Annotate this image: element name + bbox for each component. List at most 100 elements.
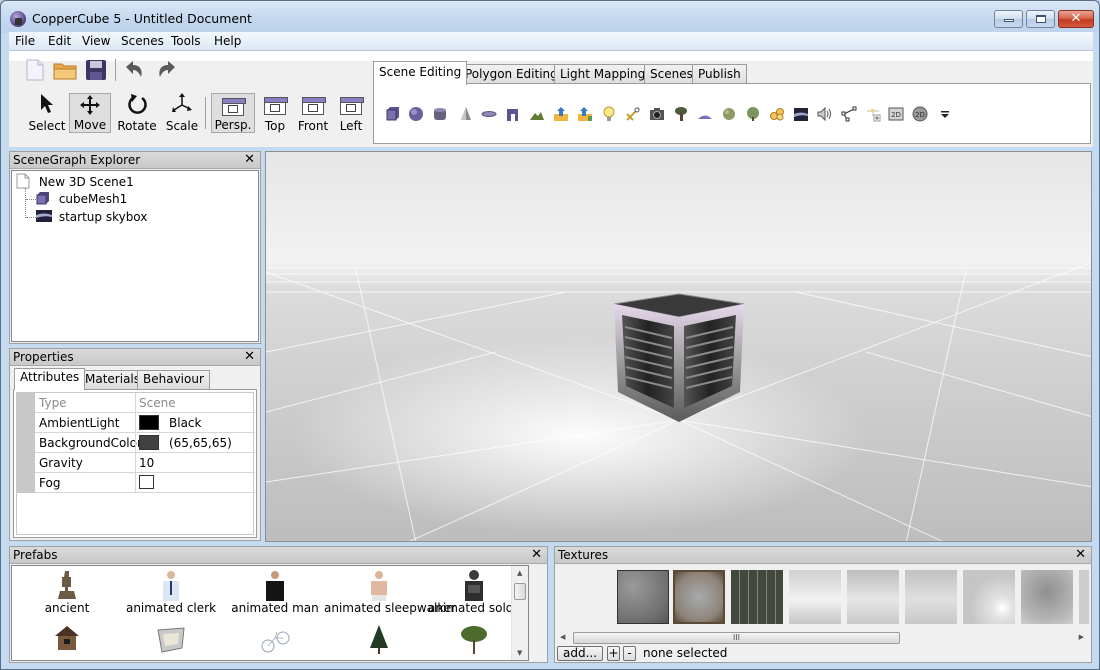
- tree-item-startup-skybox[interactable]: startup skybox: [36, 209, 147, 224]
- select-tool-button[interactable]: Select: [28, 93, 66, 133]
- new-document-button[interactable]: [23, 58, 47, 82]
- add-light-button[interactable]: [601, 106, 617, 122]
- texture-grid-panel[interactable]: [731, 570, 783, 624]
- add-2d-button-button[interactable]: 2D: [912, 106, 928, 122]
- add-cylinder-button[interactable]: [432, 106, 448, 122]
- add-sphere-button[interactable]: [408, 106, 424, 122]
- tab-scene-editing[interactable]: Scene Editing: [373, 61, 468, 85]
- property-row-backgroundcolor[interactable]: BackgroundColor (65,65,65): [35, 433, 255, 453]
- redo-button[interactable]: [154, 58, 178, 82]
- add-path-button[interactable]: [841, 106, 857, 122]
- property-row-gravity[interactable]: Gravity 10: [35, 453, 255, 473]
- 3d-viewport[interactable]: [265, 151, 1092, 542]
- add-skybox-button[interactable]: [793, 106, 809, 122]
- add-arch-button[interactable]: [505, 106, 521, 122]
- property-row-ambientlight[interactable]: AmbientLight Black: [35, 413, 255, 433]
- zoom-out-button[interactable]: -: [623, 646, 636, 661]
- add-texture-button[interactable]: add...: [557, 646, 603, 661]
- close-properties-button[interactable]: ✕: [244, 349, 255, 364]
- add-2d-overlay-button[interactable]: 2D: [888, 106, 904, 122]
- tab-publish[interactable]: Publish: [692, 64, 747, 84]
- prefab-item[interactable]: animated sleepwalker: [324, 569, 456, 615]
- add-water-button[interactable]: [697, 106, 713, 122]
- maximize-button[interactable]: [1026, 10, 1055, 28]
- prefab-item[interactable]: animated man: [220, 569, 330, 615]
- move-tool-button[interactable]: Move: [69, 93, 111, 133]
- left-view-button[interactable]: Left: [335, 93, 367, 133]
- add-particles-button[interactable]: [769, 106, 785, 122]
- add-bush-button[interactable]: [745, 106, 761, 122]
- open-button[interactable]: [53, 58, 77, 82]
- gravity-value[interactable]: 10: [139, 456, 154, 470]
- tab-polygon-editing[interactable]: Polygon Editing: [459, 64, 564, 84]
- tab-attributes[interactable]: Attributes: [14, 368, 86, 390]
- add-path-nodes-button[interactable]: [625, 106, 641, 122]
- textures-scrollbar[interactable]: ◀ III ▶: [556, 631, 1090, 645]
- add-billboard-button[interactable]: [721, 106, 737, 122]
- texture-sky-1[interactable]: [789, 570, 841, 624]
- undo-button[interactable]: [123, 58, 147, 82]
- close-scenegraph-button[interactable]: ✕: [244, 152, 255, 167]
- front-view-button[interactable]: Front: [295, 93, 331, 133]
- add-cube-button[interactable]: [385, 106, 401, 122]
- tab-behaviour[interactable]: Behaviour: [137, 370, 210, 389]
- prefab-item[interactable]: [324, 624, 434, 656]
- prefab-item[interactable]: [116, 624, 226, 656]
- prefab-item[interactable]: animated soldier: [428, 569, 520, 615]
- scroll-right-icon[interactable]: ▶: [1079, 633, 1084, 641]
- prefab-item[interactable]: [220, 624, 330, 656]
- menu-tools[interactable]: Tools: [171, 34, 201, 48]
- save-button[interactable]: [84, 58, 108, 82]
- tree-item-root[interactable]: New 3D Scene1: [16, 173, 134, 189]
- texture-sky-2[interactable]: [847, 570, 899, 624]
- property-row-fog[interactable]: Fog: [35, 473, 255, 493]
- scale-tool-button[interactable]: Scale: [162, 93, 202, 133]
- tree-item-cubemesh1[interactable]: cubeMesh1: [36, 191, 127, 206]
- add-tree-button[interactable]: [673, 106, 689, 122]
- menu-scenes[interactable]: Scenes: [121, 34, 164, 48]
- close-button[interactable]: ✕: [1058, 10, 1094, 28]
- prefab-item[interactable]: [12, 624, 122, 656]
- texture-sky-3[interactable]: [905, 570, 957, 624]
- scroll-down-icon[interactable]: ▼: [517, 649, 522, 657]
- scroll-up-icon[interactable]: ▲: [517, 569, 522, 577]
- scrollbar-thumb[interactable]: [514, 583, 526, 600]
- texture-rusty-metal[interactable]: [673, 570, 725, 624]
- ambient-color-swatch[interactable]: [139, 415, 159, 430]
- prefab-item[interactable]: [428, 624, 520, 656]
- texture-concrete[interactable]: [617, 570, 669, 624]
- tab-scenes[interactable]: Scenes: [644, 64, 699, 84]
- add-node-group-button[interactable]: [865, 106, 881, 122]
- zoom-in-button[interactable]: +: [607, 646, 620, 661]
- prefab-item[interactable]: ancient: [12, 569, 122, 615]
- import-mesh-button[interactable]: [553, 106, 569, 122]
- import-static-mesh-button[interactable]: [577, 106, 593, 122]
- add-sound-button[interactable]: [817, 106, 833, 122]
- property-row-type[interactable]: Type Scene: [35, 393, 255, 413]
- top-view-button[interactable]: Top: [258, 93, 292, 133]
- menu-view[interactable]: View: [82, 34, 110, 48]
- add-cone-button[interactable]: [458, 106, 474, 122]
- prefabs-scrollbar[interactable]: ▲ ▼: [511, 566, 528, 660]
- texture-sky-6[interactable]: [1079, 570, 1089, 624]
- fog-checkbox[interactable]: [139, 475, 154, 489]
- tab-light-mapping[interactable]: Light Mapping: [554, 64, 652, 84]
- prefab-item[interactable]: animated clerk: [116, 569, 226, 615]
- close-prefabs-button[interactable]: ✕: [531, 547, 542, 562]
- title-bar[interactable]: CopperCube 5 - Untitled Document ✕: [1, 1, 1099, 33]
- tab-materials[interactable]: Materials: [79, 370, 147, 389]
- rotate-tool-button[interactable]: Rotate: [115, 93, 159, 133]
- texture-sky-4[interactable]: [963, 570, 1015, 624]
- menu-help[interactable]: Help: [214, 34, 241, 48]
- background-color-swatch[interactable]: [139, 435, 159, 450]
- scrollbar-thumb[interactable]: III: [573, 632, 900, 644]
- close-textures-button[interactable]: ✕: [1075, 547, 1086, 562]
- scroll-left-icon[interactable]: ◀: [560, 633, 565, 641]
- more-objects-dropdown[interactable]: [937, 106, 953, 122]
- add-camera-button[interactable]: [649, 106, 665, 122]
- add-plane-button[interactable]: [481, 106, 497, 122]
- perspective-view-button[interactable]: Persp.: [211, 93, 255, 133]
- menu-edit[interactable]: Edit: [48, 34, 71, 48]
- menu-file[interactable]: File: [15, 34, 35, 48]
- texture-sky-5[interactable]: [1021, 570, 1073, 624]
